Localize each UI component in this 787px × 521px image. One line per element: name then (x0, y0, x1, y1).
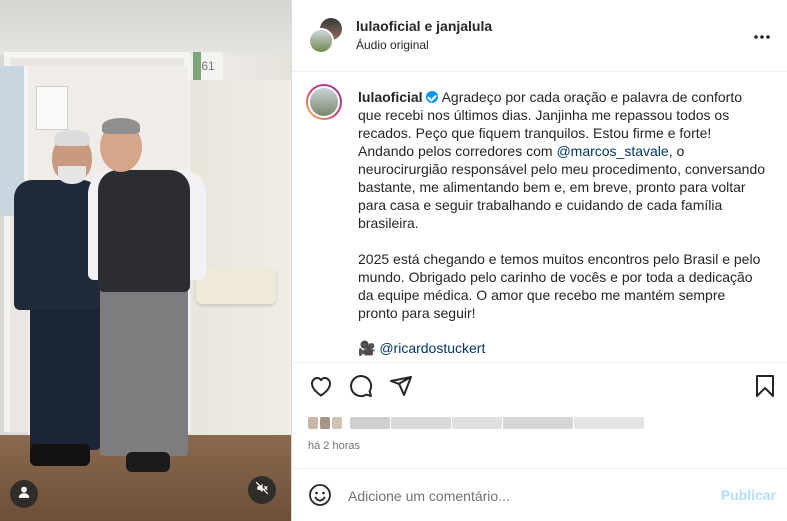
likes-summary[interactable] (308, 412, 644, 434)
likes-text-blurred (350, 417, 644, 429)
comment-icon (349, 374, 373, 403)
save-button[interactable] (752, 374, 778, 403)
tagged-users-button[interactable] (10, 480, 38, 508)
caption-paragraph: 2025 está chegando e temos muitos encont… (358, 251, 761, 321)
post-details-panel: lulaoficial e janjalula Áudio original l… (291, 0, 787, 521)
speaker-muted-icon (255, 481, 269, 500)
camera-emoji-icon: 🎥 (358, 340, 376, 356)
share-button[interactable] (388, 375, 414, 401)
comment-input[interactable] (348, 485, 708, 507)
send-icon (389, 374, 413, 403)
mute-button[interactable] (248, 476, 276, 504)
comment-button[interactable] (348, 374, 374, 403)
avatar[interactable] (308, 28, 334, 54)
user-icon (17, 485, 31, 504)
more-options-button[interactable] (750, 24, 774, 48)
photo-credit: 🎥 @ricardostuckert (358, 339, 768, 357)
emoji-button[interactable] (308, 483, 334, 509)
like-button[interactable] (308, 375, 334, 401)
action-bar (292, 362, 787, 412)
audio-label[interactable]: Áudio original (356, 38, 429, 52)
post-authors[interactable]: lulaoficial e janjalula (356, 18, 492, 34)
liker-avatars (308, 417, 342, 429)
heart-icon (309, 375, 333, 402)
mention-link[interactable]: @marcos_stavale (556, 143, 668, 159)
caption-username[interactable]: lulaoficial (358, 89, 423, 105)
avatar[interactable] (306, 84, 342, 120)
comment-bar: Publicar (292, 468, 787, 521)
more-horizontal-icon (753, 27, 771, 45)
post-video[interactable]: 61 (0, 0, 291, 521)
collab-avatars[interactable] (308, 16, 344, 54)
smiley-icon (308, 484, 332, 511)
post-timestamp[interactable]: há 2 horas (308, 440, 360, 452)
post-header: lulaoficial e janjalula Áudio original (292, 0, 787, 72)
credit-mention-link[interactable]: @ricardostuckert (379, 340, 485, 356)
post-caption: lulaoficial Agradeço por cada oração e pa… (292, 72, 787, 362)
publish-button[interactable]: Publicar (721, 487, 776, 503)
bookmark-icon (755, 374, 775, 403)
verified-badge-icon (425, 91, 438, 103)
